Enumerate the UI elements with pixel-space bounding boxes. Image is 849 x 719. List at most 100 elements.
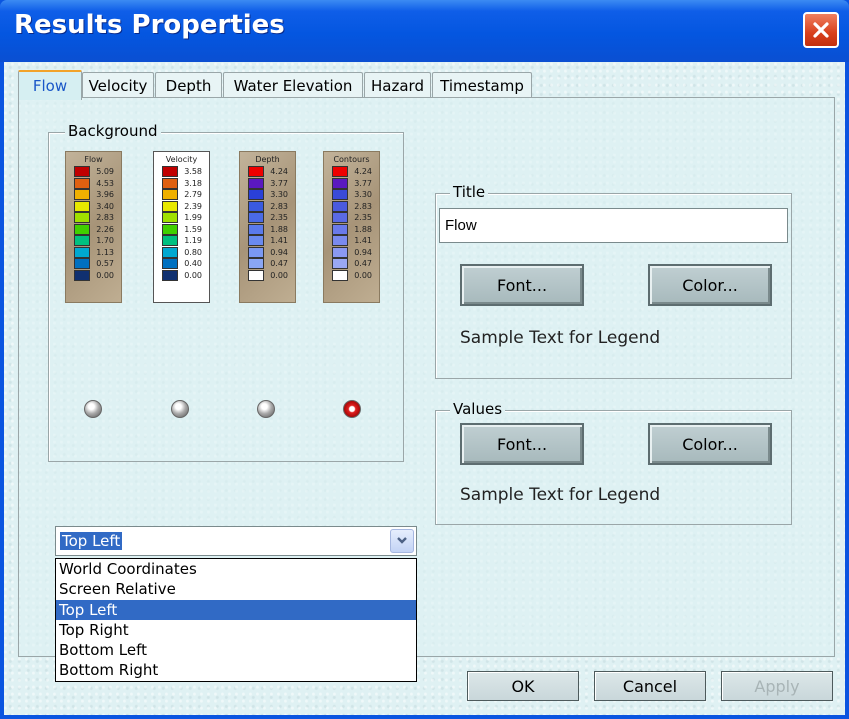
- legend-color-swatch: [162, 269, 178, 281]
- legend-position-combobox[interactable]: Top Left: [55, 526, 417, 556]
- legend-value: 0.80: [184, 247, 202, 257]
- legend-color-swatch: [332, 269, 348, 281]
- legend-row: 3.77: [332, 177, 372, 190]
- values-font-button[interactable]: Font...: [460, 423, 584, 465]
- option-top-right[interactable]: Top Right: [56, 620, 416, 640]
- title-bar[interactable]: Results Properties: [0, 0, 849, 62]
- legend-color-swatch: [332, 189, 348, 201]
- legend-color-swatch: [74, 223, 90, 235]
- option-bottom-left[interactable]: Bottom Left: [56, 640, 416, 660]
- legend-row: 2.39: [162, 200, 202, 213]
- legend-thumbnail-velocity[interactable]: Velocity 3.58 3.18 2.79 2.39 1.99 1.59 1.19 0.8…: [153, 151, 210, 303]
- legend-row: 1.70: [74, 235, 114, 247]
- legend-value: 3.30: [354, 190, 372, 200]
- title-group: Title Font... Color... Sample Text for L…: [435, 183, 792, 379]
- legend-value: 1.99: [184, 213, 202, 223]
- tab-timestamp[interactable]: Timestamp: [432, 72, 532, 98]
- radio-background-depth[interactable]: [257, 400, 275, 418]
- option-world-coordinates[interactable]: World Coordinates: [56, 559, 416, 579]
- legend-color-swatch: [162, 166, 178, 178]
- tab-hazard[interactable]: Hazard: [364, 72, 431, 98]
- background-group-label: Background: [65, 122, 161, 140]
- legend-value: 0.57: [96, 259, 114, 269]
- legend-value: 0.00: [96, 270, 114, 280]
- legend-color-swatch: [74, 200, 90, 212]
- legend-row: 3.40: [74, 200, 114, 213]
- legend-row: 3.58: [162, 166, 202, 178]
- title-font-button[interactable]: Font...: [460, 264, 584, 306]
- legend-row: 0.47: [332, 258, 372, 270]
- legend-value: 4.53: [96, 178, 114, 188]
- legend-value: 0.00: [270, 270, 288, 280]
- legend-color-swatch: [74, 177, 90, 189]
- legend-row: 1.59: [162, 223, 202, 236]
- legend-row: 5.09: [74, 166, 114, 178]
- tab-water-elevation[interactable]: Water Elevation: [223, 72, 363, 98]
- legend-value: 1.41: [354, 236, 372, 246]
- legend-row: 2.83: [248, 200, 288, 213]
- legend-position-selected: Top Left: [60, 532, 123, 550]
- option-top-left[interactable]: Top Left: [56, 599, 416, 620]
- option-bottom-right[interactable]: Bottom Right: [56, 660, 416, 680]
- legend-color-swatch: [248, 258, 264, 270]
- legend-row: 3.30: [332, 189, 372, 201]
- legend-color-swatch: [248, 235, 264, 247]
- radio-background-velocity[interactable]: [171, 400, 189, 418]
- legend-color-swatch: [162, 246, 178, 258]
- legend-value: 3.96: [96, 190, 114, 200]
- values-sample-text: Sample Text for Legend: [460, 485, 661, 505]
- legend-color-swatch: [332, 223, 348, 235]
- legend-value: 5.09: [96, 167, 114, 177]
- combobox-dropdown-button[interactable]: [390, 529, 414, 553]
- legend-color-swatch: [74, 258, 90, 270]
- legend-row: 0.00: [332, 269, 372, 282]
- radio-background-flow[interactable]: [84, 400, 102, 418]
- legend-row: 3.18: [162, 177, 202, 190]
- tab-depth[interactable]: Depth: [155, 72, 222, 98]
- legend-value: 1.19: [184, 236, 202, 246]
- legend-value: 2.83: [96, 213, 114, 223]
- results-properties-window: Results Properties Flow Velocity Depth W…: [0, 0, 849, 719]
- close-button[interactable]: [803, 12, 839, 48]
- legend-value: 0.40: [184, 259, 202, 269]
- radio-background-contours[interactable]: [343, 400, 361, 418]
- legend-value: 1.59: [184, 224, 202, 234]
- legend-value: 0.94: [354, 247, 372, 257]
- legend-row: 3.77: [248, 177, 288, 190]
- option-screen-relative[interactable]: Screen Relative: [56, 579, 416, 599]
- legend-value: 0.47: [270, 259, 288, 269]
- tab-velocity[interactable]: Velocity: [82, 72, 154, 98]
- legend-value: 3.77: [354, 178, 372, 188]
- legend-color-swatch: [162, 223, 178, 235]
- legend-color-swatch: [248, 177, 264, 189]
- legend-thumbnail-contours[interactable]: Contours 4.24 3.77 3.30 2.83 2.35 1.88 1.41 0.9…: [323, 151, 380, 303]
- legend-thumbnail-flow[interactable]: Flow 5.09 4.53 3.96 3.40 2.83 2.26 1.70 1.13 0.5…: [65, 151, 122, 303]
- legend-value: 0.47: [354, 259, 372, 269]
- legend-row: 1.13: [74, 246, 114, 259]
- apply-button[interactable]: Apply: [721, 671, 833, 701]
- legend-row: 0.94: [248, 246, 288, 259]
- cancel-button[interactable]: Cancel: [594, 671, 706, 701]
- legend-value: 1.70: [96, 236, 114, 246]
- legend-row: 4.24: [332, 166, 372, 178]
- legend-value: 2.35: [270, 213, 288, 223]
- legend-title: Depth: [255, 155, 280, 164]
- tab-flow[interactable]: Flow: [18, 70, 82, 100]
- legend-thumbnail-depth[interactable]: Depth 4.24 3.77 3.30 2.83 2.35 1.88 1.41 0.94 0.…: [239, 151, 296, 303]
- legend-value: 2.39: [184, 201, 202, 211]
- ok-button[interactable]: OK: [467, 671, 579, 701]
- legend-row: 3.96: [74, 189, 114, 201]
- legend-value: 1.88: [270, 224, 288, 234]
- legend-value: 4.24: [354, 167, 372, 177]
- legend-color-swatch: [248, 166, 264, 178]
- legend-value: 1.13: [96, 247, 114, 257]
- legend-color-swatch: [74, 212, 90, 224]
- values-group-label: Values: [450, 400, 506, 418]
- legend-color-swatch: [248, 212, 264, 224]
- legend-row: 2.83: [332, 200, 372, 213]
- values-color-button[interactable]: Color...: [648, 423, 772, 465]
- legend-title: Velocity: [165, 155, 198, 164]
- title-color-button[interactable]: Color...: [648, 264, 772, 306]
- legend-row: 1.99: [162, 212, 202, 224]
- title-text-field[interactable]: [439, 208, 788, 243]
